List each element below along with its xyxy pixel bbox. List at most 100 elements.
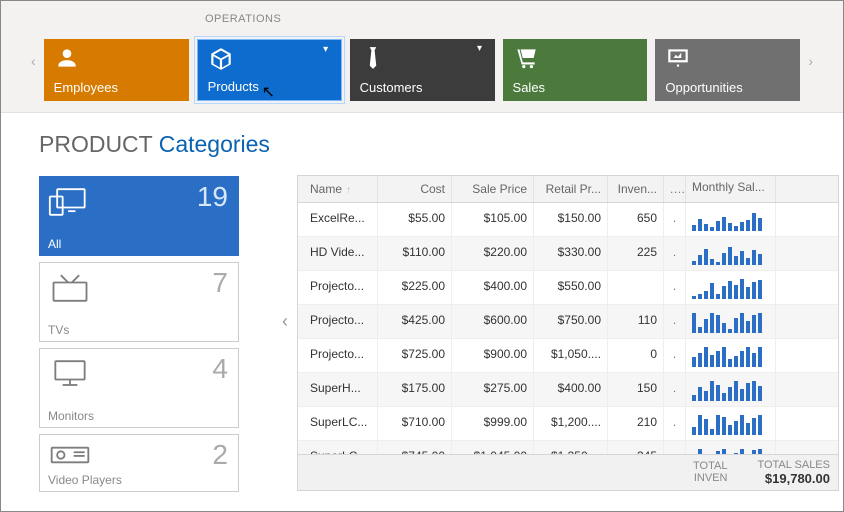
cell-retail: $400.00: [534, 373, 608, 406]
cell-sale: $220.00: [452, 237, 534, 270]
table-row[interactable]: Projecto...$225.00$400.00$550.00.: [298, 271, 838, 305]
cell-retail: $330.00: [534, 237, 608, 270]
presentation-icon: [665, 45, 691, 71]
nav-tile-sales[interactable]: Sales: [503, 39, 648, 101]
grid-header: Name↑ Cost Sale Price Retail Pr... Inven…: [298, 176, 838, 203]
cell-sale: $999.00: [452, 407, 534, 440]
cell-dot: .: [664, 441, 686, 454]
footer-inventory-label: TOTALINVEN: [693, 460, 727, 484]
nav-tile-customers[interactable]: Customers ▾: [350, 39, 495, 101]
col-cost[interactable]: Cost: [378, 176, 452, 202]
footer-sales-label: TOTAL SALES: [757, 459, 830, 471]
cursor-icon: ↖: [262, 82, 275, 102]
nav-tile-employees[interactable]: Employees: [44, 39, 189, 101]
category-count: 4: [212, 353, 228, 385]
cell-retail: $1,200....: [534, 407, 608, 440]
monitor-icon: [48, 357, 92, 391]
table-row[interactable]: Projecto...$425.00$600.00$750.00110.: [298, 305, 838, 339]
cell-retail: $150.00: [534, 203, 608, 236]
cell-inventory: 650: [608, 203, 664, 236]
cell-cost: $710.00: [378, 407, 452, 440]
cell-cost: $175.00: [378, 373, 452, 406]
cell-dot: .: [664, 271, 686, 304]
cell-cost: $725.00: [378, 339, 452, 372]
tie-icon: [360, 45, 386, 71]
cell-sale: $900.00: [452, 339, 534, 372]
cell-sale: $400.00: [452, 271, 534, 304]
cell-sparkline: [686, 441, 776, 454]
ribbon-scroll-left[interactable]: ‹: [31, 39, 36, 69]
table-row[interactable]: SuperLC...$710.00$999.00$1,200....210.: [298, 407, 838, 441]
category-tile-monitors[interactable]: 4 Monitors: [39, 348, 239, 428]
cell-cost: $425.00: [378, 305, 452, 338]
category-tile-tvs[interactable]: 7 TVs: [39, 262, 239, 342]
sort-asc-icon: ↑: [346, 185, 351, 196]
ribbon-section-label: OPERATIONS: [205, 13, 281, 25]
category-label: All: [48, 237, 61, 251]
table-row[interactable]: Projecto...$725.00$900.00$1,050....0.: [298, 339, 838, 373]
cell-dot: .: [664, 237, 686, 270]
player-icon: [48, 443, 92, 467]
page-title: PRODUCT Categories: [39, 131, 273, 158]
nav-tile-label: Opportunities: [665, 80, 742, 95]
cell-inventory: 110: [608, 305, 664, 338]
cell-dot: .: [664, 373, 686, 406]
cell-sale: $105.00: [452, 203, 534, 236]
category-label: TVs: [48, 323, 69, 337]
dropdown-icon[interactable]: ▾: [469, 43, 491, 61]
box-icon: [208, 46, 234, 72]
cell-dot: .: [664, 407, 686, 440]
col-extra[interactable]: ...: [664, 176, 686, 202]
cell-name: Projecto...: [298, 271, 378, 304]
col-inventory[interactable]: Inven...: [608, 176, 664, 202]
cell-sale: $600.00: [452, 305, 534, 338]
category-tile-video-players[interactable]: 2 Video Players: [39, 434, 239, 492]
col-sale-price[interactable]: Sale Price: [452, 176, 534, 202]
devices-icon: [48, 185, 92, 219]
cell-sale: $275.00: [452, 373, 534, 406]
category-count: 7: [212, 267, 228, 299]
cell-name: Projecto...: [298, 339, 378, 372]
cell-sale: $1,045.00: [452, 441, 534, 454]
collapse-handle[interactable]: ‹: [273, 131, 297, 511]
cell-inventory: 345: [608, 441, 664, 454]
cell-name: Projecto...: [298, 305, 378, 338]
cell-name: SuperLC...: [298, 407, 378, 440]
category-tile-all[interactable]: 19 All: [39, 176, 239, 256]
category-label: Monitors: [48, 409, 94, 423]
table-row[interactable]: SuperLC...$745.00$1,045.00$1,350....345.: [298, 441, 838, 454]
col-retail-price[interactable]: Retail Pr...: [534, 176, 608, 202]
grid-footer: TOTALINVEN TOTAL SALES $19,780.00: [298, 454, 838, 490]
cell-name: SuperH...: [298, 373, 378, 406]
dropdown-icon[interactable]: ▾: [315, 44, 337, 62]
cell-retail: $750.00: [534, 305, 608, 338]
cell-cost: $110.00: [378, 237, 452, 270]
category-label: Video Players: [48, 473, 122, 487]
page-title-prefix: PRODUCT: [39, 131, 159, 157]
person-icon: [54, 45, 80, 71]
cell-cost: $225.00: [378, 271, 452, 304]
cell-retail: $1,350....: [534, 441, 608, 454]
cell-name: SuperLC...: [298, 441, 378, 454]
cell-cost: $745.00: [378, 441, 452, 454]
products-grid: Name↑ Cost Sale Price Retail Pr... Inven…: [297, 175, 839, 491]
col-name[interactable]: Name↑: [298, 176, 378, 202]
cell-cost: $55.00: [378, 203, 452, 236]
cell-inventory: 0: [608, 339, 664, 372]
footer-sales-value: $19,780.00: [757, 471, 830, 486]
cell-inventory: 210: [608, 407, 664, 440]
table-row[interactable]: SuperH...$175.00$275.00$400.00150.: [298, 373, 838, 407]
table-row[interactable]: HD Vide...$110.00$220.00$330.00225.: [298, 237, 838, 271]
nav-tile-opportunities[interactable]: Opportunities: [655, 39, 800, 101]
cell-name: ExcelRe...: [298, 203, 378, 236]
cell-sparkline: [686, 373, 776, 406]
cell-dot: .: [664, 339, 686, 372]
table-row[interactable]: ExcelRe...$55.00$105.00$150.00650.: [298, 203, 838, 237]
col-monthly-sales[interactable]: Monthly Sal...: [686, 176, 776, 202]
ribbon-scroll-right[interactable]: ›: [808, 39, 813, 69]
cell-inventory: [608, 271, 664, 304]
nav-tile-products[interactable]: Products ▾ ↖: [197, 39, 342, 101]
cell-sparkline: [686, 305, 776, 338]
cell-inventory: 150: [608, 373, 664, 406]
nav-tile-label: Employees: [54, 80, 118, 95]
